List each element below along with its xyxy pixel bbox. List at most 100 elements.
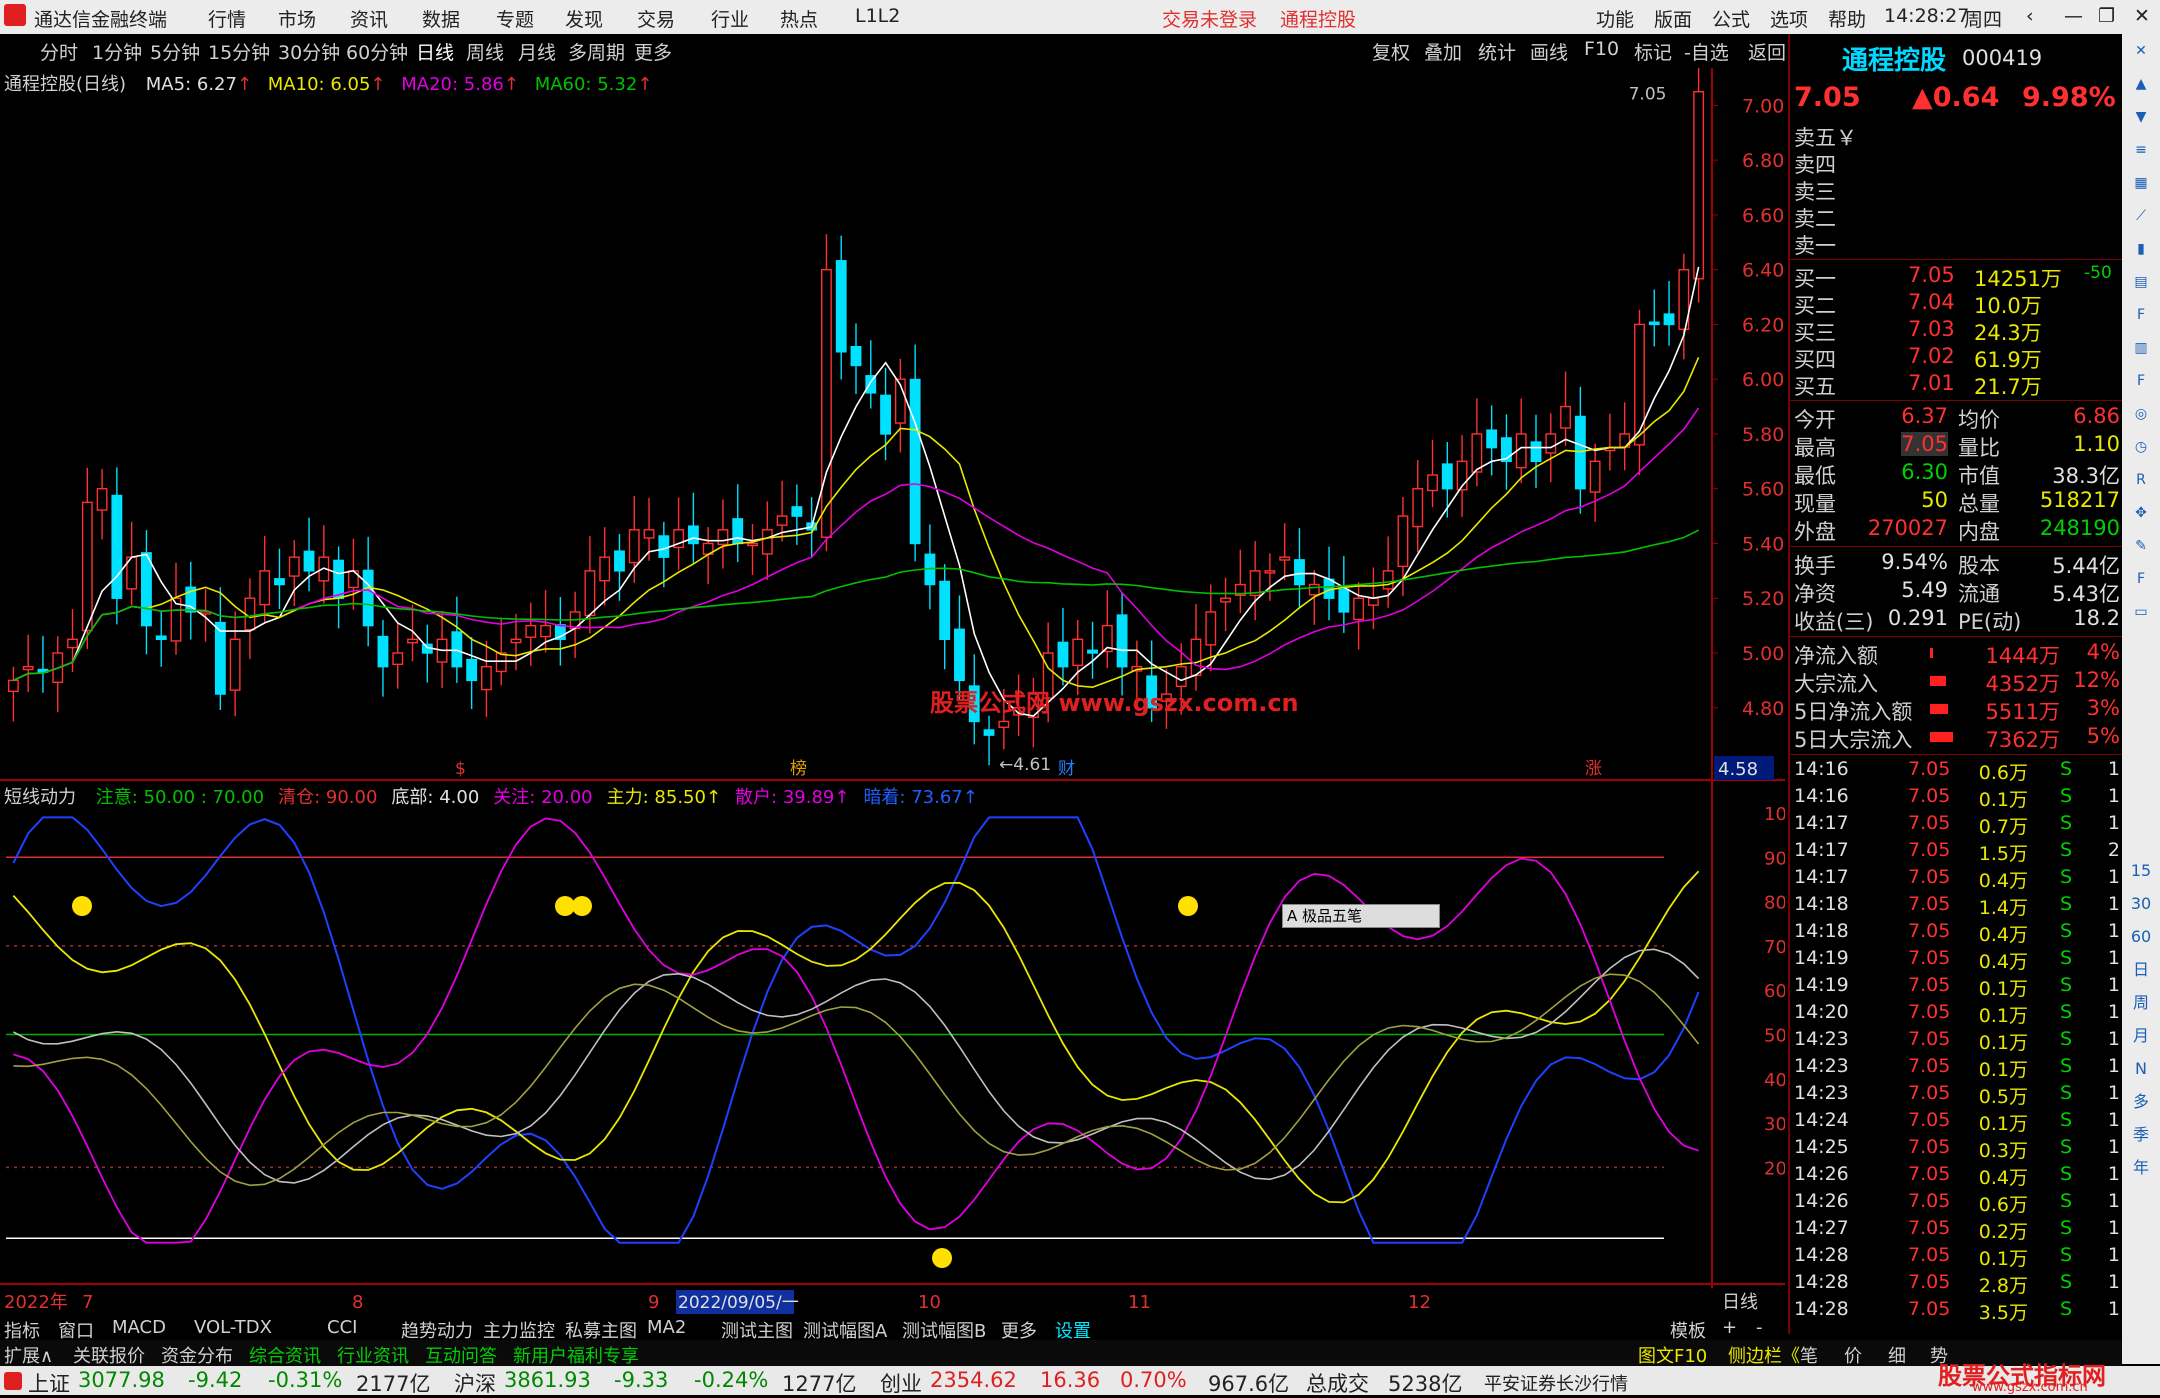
right-menu-1[interactable]: 版面 [1654, 5, 1692, 32]
list-icon[interactable]: ≡ [2130, 139, 2152, 161]
rsi-icon[interactable]: R [2130, 469, 2152, 491]
menu-5[interactable]: 发现 [565, 5, 603, 32]
period-6[interactable]: 日线 [416, 38, 454, 65]
index-name[interactable]: 沪深 [454, 1368, 496, 1398]
period-7[interactable]: 周线 [466, 38, 504, 65]
back-icon[interactable]: ‹ [2026, 5, 2034, 27]
side-period-7[interactable]: 多 [2130, 1091, 2152, 1113]
index-name[interactable]: 上证 [28, 1368, 70, 1398]
close-icon[interactable]: ✕ [2134, 5, 2150, 27]
tab-4[interactable]: CCI [327, 1317, 357, 1338]
link-5[interactable]: 互动问答 [425, 1342, 497, 1368]
close-panel-icon[interactable]: ✕ [2130, 40, 2152, 62]
event-marker[interactable]: $ [455, 759, 466, 779]
menu-3[interactable]: 数据 [422, 5, 460, 32]
clock-icon[interactable]: ◷ [2130, 436, 2152, 458]
tool-5[interactable]: 标记 [1634, 38, 1672, 65]
restore-icon[interactable]: ❐ [2098, 5, 2115, 27]
up-arrow-icon[interactable]: ▲ [2130, 73, 2152, 95]
side-period-4[interactable]: 周 [2130, 992, 2152, 1014]
right-menu-0[interactable]: 功能 [1596, 5, 1634, 32]
event-marker[interactable]: 涨 [1585, 759, 1602, 779]
link-6[interactable]: 新用户福利专享 [513, 1342, 639, 1368]
period-0[interactable]: 分时 [40, 38, 78, 65]
tool-6[interactable]: -自选 [1684, 38, 1729, 65]
event-marker[interactable]: 财 [1058, 759, 1075, 779]
move-icon[interactable]: ✥ [2130, 502, 2152, 524]
side-period-1[interactable]: 30 [2130, 893, 2152, 915]
ime-popup[interactable]: A 极品五笔 [1282, 904, 1440, 928]
period-10[interactable]: 更多 [634, 38, 672, 65]
period-1[interactable]: 1分钟 [92, 38, 142, 65]
right-menu-2[interactable]: 公式 [1712, 5, 1750, 32]
tab-8[interactable]: MA2 [647, 1317, 686, 1338]
fs-icon[interactable]: F [2130, 568, 2152, 590]
current-price-label: 4.58 [1718, 759, 1758, 780]
link-r-4[interactable]: 细 [1888, 1342, 1906, 1368]
link-r-1[interactable]: 侧边栏《 [1728, 1342, 1800, 1368]
side-period-8[interactable]: 季 [2130, 1124, 2152, 1146]
ring-icon[interactable]: ◎ [2130, 403, 2152, 425]
zoom-out-button[interactable]: - [1756, 1317, 1763, 1338]
tool-2[interactable]: 统计 [1478, 38, 1516, 65]
side-period-3[interactable]: 日 [2130, 959, 2152, 981]
link-r-2[interactable]: 笔 [1800, 1342, 1818, 1368]
period-2[interactable]: 5分钟 [150, 38, 200, 65]
tool-4[interactable]: F10 [1584, 38, 1619, 60]
f10-icon[interactable]: F [2130, 304, 2152, 326]
win-icon[interactable]: ▭ [2130, 601, 2152, 623]
event-marker[interactable]: 榜 [790, 759, 807, 779]
down-arrow-icon[interactable]: ▼ [2130, 106, 2152, 128]
period-8[interactable]: 月线 [518, 38, 556, 65]
tool-7[interactable]: 返回 [1748, 38, 1786, 65]
candle [1072, 638, 1084, 667]
tool-0[interactable]: 复权 [1372, 38, 1410, 65]
side-period-6[interactable]: N [2130, 1058, 2152, 1080]
tick-side: S [2060, 947, 2073, 969]
chart-area[interactable]: 7.00 6.80 6.60 6.40 6.20 6.00 5.80 5.60 5.40 5.20… [0, 68, 1785, 1316]
grid-icon[interactable]: ▤ [2130, 271, 2152, 293]
period-5[interactable]: 60分钟 [346, 38, 408, 65]
menu-8[interactable]: 热点 [780, 5, 818, 32]
link-1[interactable]: 关联报价 [73, 1342, 145, 1368]
menu-1[interactable]: 市场 [278, 5, 316, 32]
menu-7[interactable]: 行业 [711, 5, 749, 32]
table-icon[interactable]: ▦ [2130, 172, 2152, 194]
side-period-5[interactable]: 月 [2130, 1025, 2152, 1047]
tool-3[interactable]: 画线 [1530, 38, 1568, 65]
menu-4[interactable]: 专题 [496, 5, 534, 32]
trade-status[interactable]: 交易未登录 [1162, 5, 1257, 32]
candle-icon[interactable]: ▮ [2130, 238, 2152, 260]
f12-icon[interactable]: F [2130, 370, 2152, 392]
link-4[interactable]: 行业资讯 [337, 1342, 409, 1368]
right-menu-4[interactable]: 帮助 [1828, 5, 1866, 32]
period-4[interactable]: 30分钟 [278, 38, 340, 65]
index-name[interactable]: 创业 [880, 1368, 922, 1398]
menu-0[interactable]: 行情 [208, 5, 246, 32]
zoom-in-button[interactable]: + [1722, 1317, 1737, 1338]
report-icon[interactable]: ▥ [2130, 337, 2152, 359]
period-3[interactable]: 15分钟 [208, 38, 270, 65]
menu-2[interactable]: 资讯 [350, 5, 388, 32]
link-2[interactable]: 资金分布 [161, 1342, 233, 1368]
tick-price: 7.05 [1908, 839, 1951, 861]
side-period-9[interactable]: 年 [2130, 1157, 2152, 1179]
pen-icon[interactable]: ✎ [2130, 535, 2152, 557]
menu-6[interactable]: 交易 [637, 5, 675, 32]
tab-2[interactable]: MACD [112, 1317, 166, 1338]
link-r-0[interactable]: 图文F10 [1638, 1342, 1707, 1368]
side-period-2[interactable]: 60 [2130, 926, 2152, 948]
minimize-icon[interactable]: — [2064, 5, 2083, 27]
menu-9[interactable]: L1L2 [855, 5, 900, 27]
tick-volume: 0.1万 [1978, 1248, 2028, 1270]
link-3[interactable]: 综合资讯 [249, 1342, 321, 1368]
tab-3[interactable]: VOL-TDX [194, 1317, 272, 1338]
period-9[interactable]: 多周期 [568, 38, 625, 65]
tool-1[interactable]: 叠加 [1424, 38, 1462, 65]
line-chart-icon[interactable]: ⟋ [2130, 205, 2152, 227]
link-r-3[interactable]: 价 [1844, 1342, 1862, 1368]
side-period-0[interactable]: 15 [2130, 860, 2152, 882]
right-menu-3[interactable]: 选项 [1770, 5, 1808, 32]
broker-name[interactable]: 平安证券长沙行情 [1484, 1370, 1628, 1396]
link-0[interactable]: 扩展∧ [4, 1342, 53, 1368]
